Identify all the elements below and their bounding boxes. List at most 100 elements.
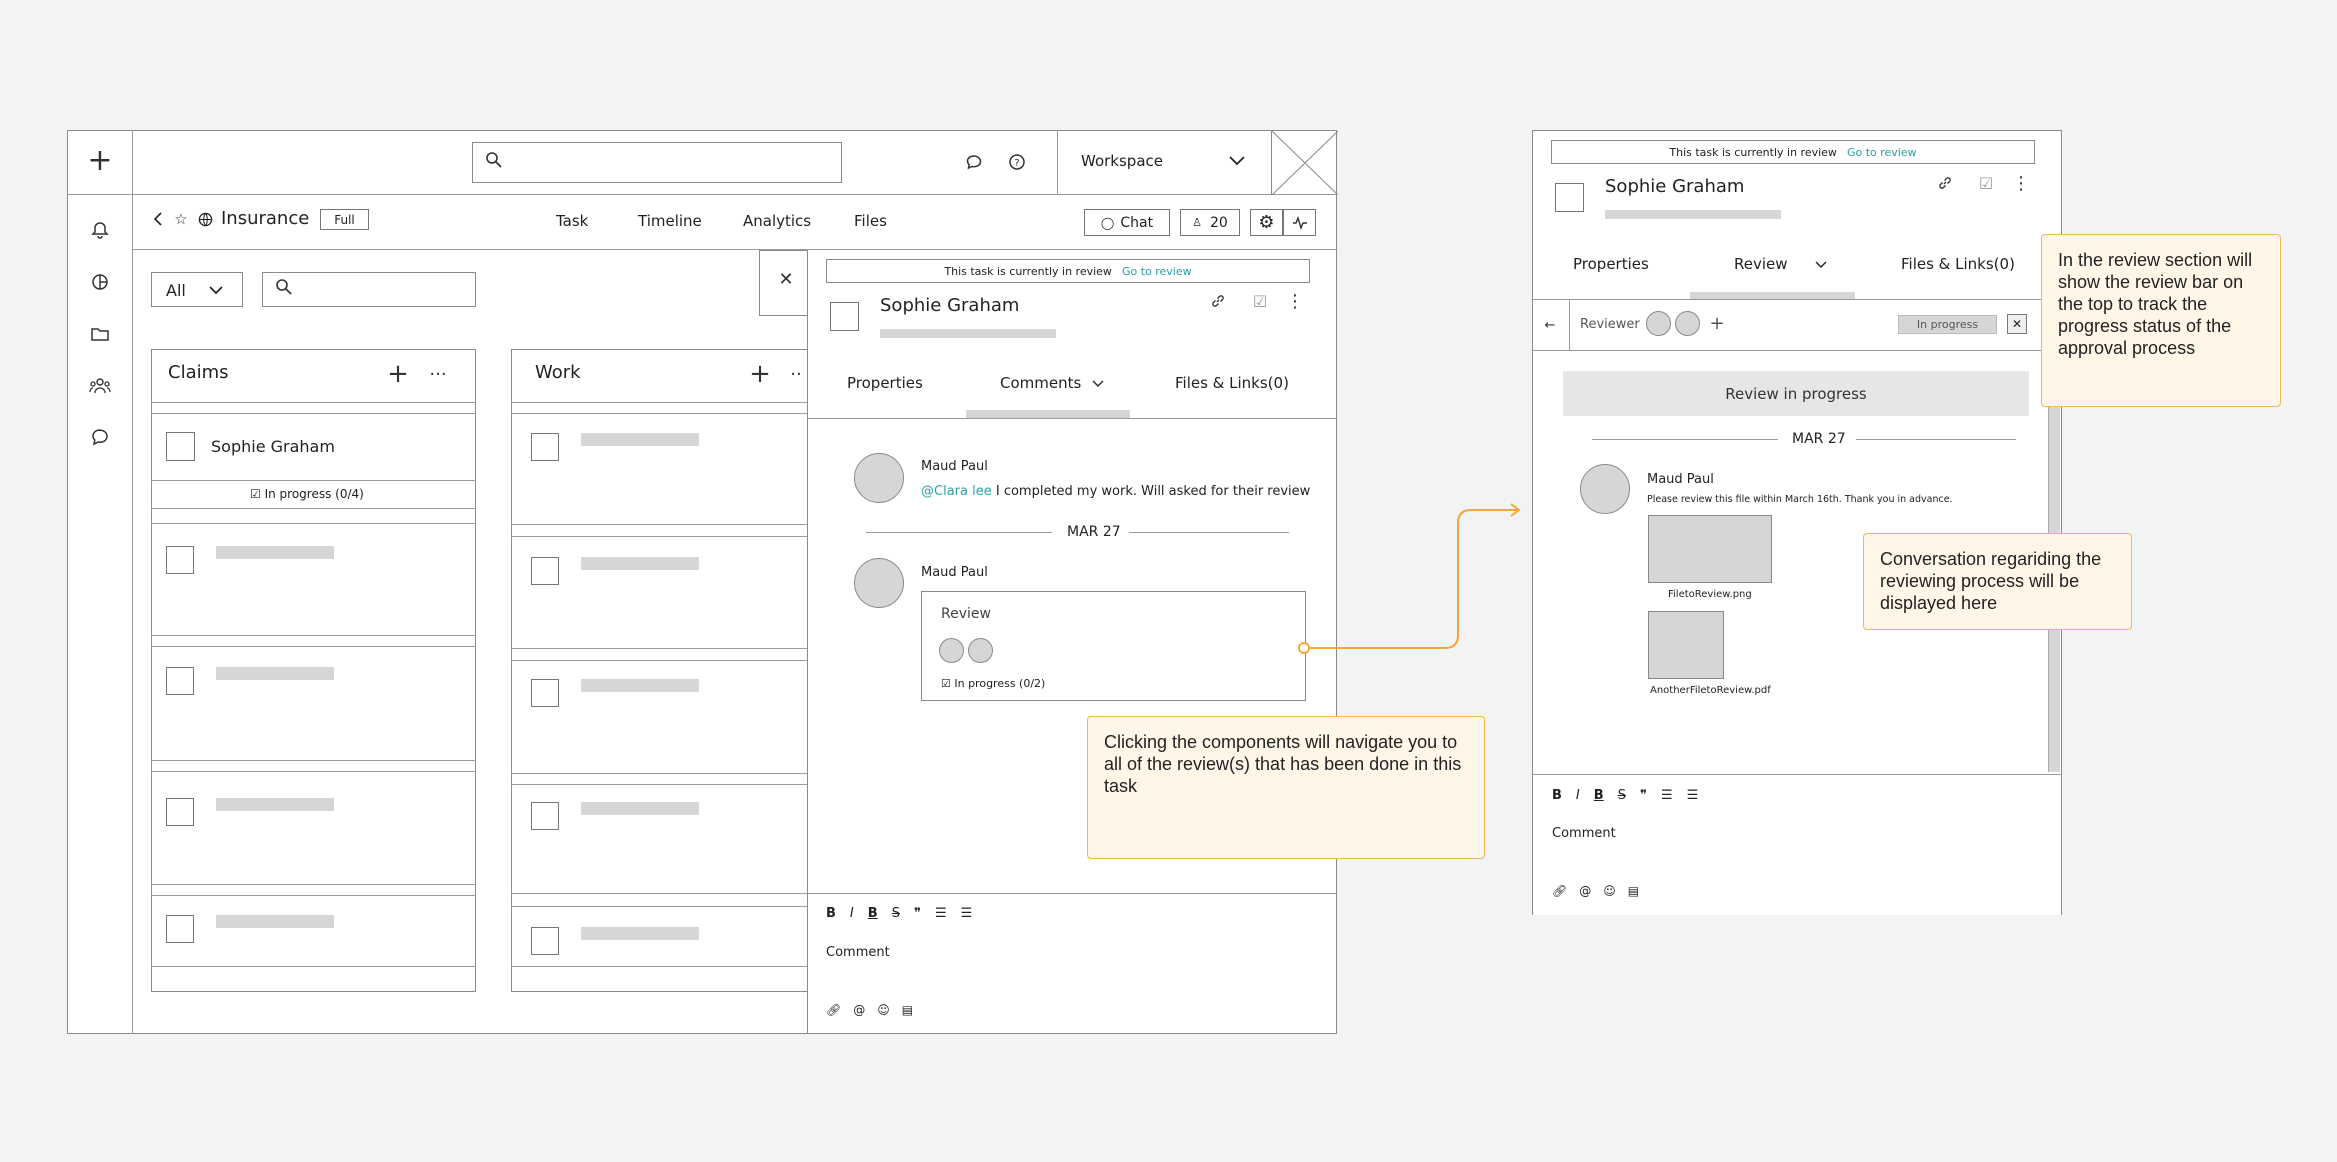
filter-dropdown[interactable] bbox=[151, 272, 243, 307]
go-to-review-link[interactable]: Go to review bbox=[1122, 265, 1192, 278]
close-review-button[interactable]: ✕ bbox=[2007, 314, 2027, 334]
bullet-list-icon[interactable]: ☰ bbox=[1661, 788, 1673, 803]
avatar-placeholder[interactable] bbox=[1271, 130, 1339, 196]
task-card-title[interactable]: Sophie Graham bbox=[211, 437, 335, 456]
chart-icon[interactable] bbox=[88, 270, 112, 294]
tab-comments[interactable]: Comments bbox=[1000, 374, 1081, 392]
chat-button[interactable]: ◯ Chat bbox=[1084, 209, 1170, 236]
activity-button[interactable] bbox=[1283, 209, 1316, 236]
go-to-review-link[interactable]: Go to review bbox=[1847, 146, 1917, 159]
task-checkbox[interactable] bbox=[166, 915, 194, 943]
editor-attachments: 🔗︎ @ ☺ ▤ bbox=[826, 1003, 913, 1017]
kebab-menu-icon[interactable]: ⋮ bbox=[1286, 291, 1304, 312]
link-icon[interactable] bbox=[1935, 173, 1955, 193]
emoji-icon[interactable]: ☺ bbox=[1603, 884, 1616, 898]
kebab-menu-icon[interactable]: ⋮ bbox=[2012, 173, 2030, 194]
strikethrough-button[interactable]: S bbox=[1618, 788, 1626, 803]
mention-link[interactable]: @Clara lee bbox=[921, 484, 992, 499]
tab-properties[interactable]: Properties bbox=[1573, 255, 1649, 273]
attach-link-icon[interactable]: 🔗︎ bbox=[1552, 884, 1567, 898]
strikethrough-button[interactable]: S bbox=[892, 906, 900, 921]
add-card-icon[interactable]: + bbox=[748, 359, 772, 389]
media-icon[interactable]: ▤ bbox=[902, 1003, 913, 1017]
star-icon[interactable]: ☆ bbox=[172, 210, 190, 228]
more-options-icon[interactable]: ··· bbox=[426, 362, 450, 386]
project-visibility-badge[interactable]: Full bbox=[320, 209, 369, 230]
comment-text: Please review this file within March 16t… bbox=[1647, 494, 1953, 505]
media-icon[interactable]: ▤ bbox=[1628, 884, 1639, 898]
folder-icon[interactable] bbox=[88, 322, 112, 346]
task-checkbox[interactable] bbox=[166, 546, 194, 574]
tab-timeline[interactable]: Timeline bbox=[638, 212, 702, 230]
mention-icon[interactable]: @ bbox=[853, 1003, 865, 1017]
complete-check-icon[interactable]: ☑ bbox=[1250, 291, 1270, 311]
board-search-input[interactable] bbox=[262, 272, 476, 307]
tab-analytics[interactable]: Analytics bbox=[743, 212, 811, 230]
task-checkbox[interactable] bbox=[166, 798, 194, 826]
italic-button[interactable]: I bbox=[1576, 788, 1580, 803]
column-divider bbox=[151, 413, 476, 414]
bell-icon[interactable] bbox=[88, 218, 112, 242]
task-checkbox[interactable] bbox=[531, 927, 559, 955]
mention-icon[interactable]: @ bbox=[1579, 884, 1591, 898]
tab-properties[interactable]: Properties bbox=[847, 374, 923, 392]
bold-button[interactable]: B bbox=[826, 906, 836, 921]
task-checkbox[interactable] bbox=[531, 433, 559, 461]
chat-bubble-icon[interactable] bbox=[88, 425, 112, 449]
quote-button[interactable]: ❞ bbox=[914, 906, 921, 921]
numbered-list-icon[interactable]: ☰ bbox=[1687, 788, 1699, 803]
italic-button[interactable]: I bbox=[850, 906, 854, 921]
file-thumbnail[interactable] bbox=[1648, 515, 1772, 583]
global-search-input[interactable] bbox=[472, 142, 842, 183]
filter-selected: All bbox=[166, 281, 186, 300]
more-options-icon[interactable]: ·· bbox=[786, 362, 806, 386]
messages-icon[interactable] bbox=[962, 150, 986, 174]
skeleton-text bbox=[581, 679, 699, 692]
task-checkbox[interactable] bbox=[1555, 183, 1584, 212]
task-checkbox[interactable] bbox=[531, 557, 559, 585]
add-card-icon[interactable]: + bbox=[386, 359, 410, 389]
emoji-icon[interactable]: ☺ bbox=[877, 1003, 890, 1017]
help-icon[interactable]: ? bbox=[1005, 150, 1029, 174]
review-banner: This task is currently in review Go to r… bbox=[1551, 140, 2035, 164]
team-icon[interactable] bbox=[88, 374, 112, 398]
bullet-list-icon[interactable]: ☰ bbox=[935, 906, 947, 921]
close-icon[interactable]: ✕ bbox=[775, 268, 797, 290]
tabs-divider bbox=[808, 418, 1336, 419]
tab-files[interactable]: Files bbox=[854, 212, 887, 230]
task-checkbox[interactable] bbox=[166, 667, 194, 695]
bold-alt-button[interactable]: B bbox=[1594, 788, 1604, 803]
attach-link-icon[interactable]: 🔗︎ bbox=[826, 1003, 841, 1017]
bold-button[interactable]: B bbox=[1552, 788, 1562, 803]
tab-files-links[interactable]: Files & Links(0) bbox=[1175, 374, 1289, 392]
comment-input[interactable]: Comment bbox=[1552, 826, 2042, 866]
add-reviewer-icon[interactable]: + bbox=[1707, 313, 1727, 334]
comment-author: Maud Paul bbox=[921, 565, 988, 580]
tab-files-links[interactable]: Files & Links(0) bbox=[1901, 255, 2015, 273]
task-checkbox[interactable] bbox=[531, 679, 559, 707]
settings-button[interactable]: ⚙ bbox=[1250, 209, 1283, 236]
members-button[interactable]: ♙ 20 bbox=[1180, 209, 1240, 236]
task-card-status: ☑ In progress (0/4) bbox=[250, 487, 364, 501]
tab-task[interactable]: Task bbox=[556, 212, 588, 230]
back-chevron-icon[interactable] bbox=[150, 210, 166, 228]
editor-attachments: 🔗︎ @ ☺ ▤ bbox=[1552, 884, 1639, 898]
task-checkbox[interactable] bbox=[531, 802, 559, 830]
checkbox-icon: ☑ bbox=[941, 677, 955, 690]
link-icon[interactable] bbox=[1208, 291, 1228, 311]
bold-alt-button[interactable]: B bbox=[868, 906, 878, 921]
complete-check-icon[interactable]: ☑ bbox=[1976, 173, 1996, 193]
chevron-down-icon[interactable] bbox=[1226, 150, 1248, 172]
chevron-down-icon[interactable] bbox=[1813, 257, 1829, 273]
tab-review[interactable]: Review bbox=[1734, 255, 1788, 273]
comment-input[interactable]: Comment bbox=[826, 945, 1316, 985]
task-checkbox[interactable] bbox=[166, 432, 195, 461]
task-checkbox[interactable] bbox=[830, 302, 859, 331]
file-thumbnail[interactable] bbox=[1648, 611, 1724, 679]
back-arrow-icon[interactable]: ← bbox=[1540, 315, 1560, 335]
workspace-label: Workspace bbox=[1081, 152, 1163, 170]
quote-button[interactable]: ❞ bbox=[1640, 788, 1647, 803]
add-icon[interactable]: + bbox=[84, 143, 116, 178]
numbered-list-icon[interactable]: ☰ bbox=[961, 906, 973, 921]
chevron-down-icon[interactable] bbox=[1090, 376, 1106, 392]
